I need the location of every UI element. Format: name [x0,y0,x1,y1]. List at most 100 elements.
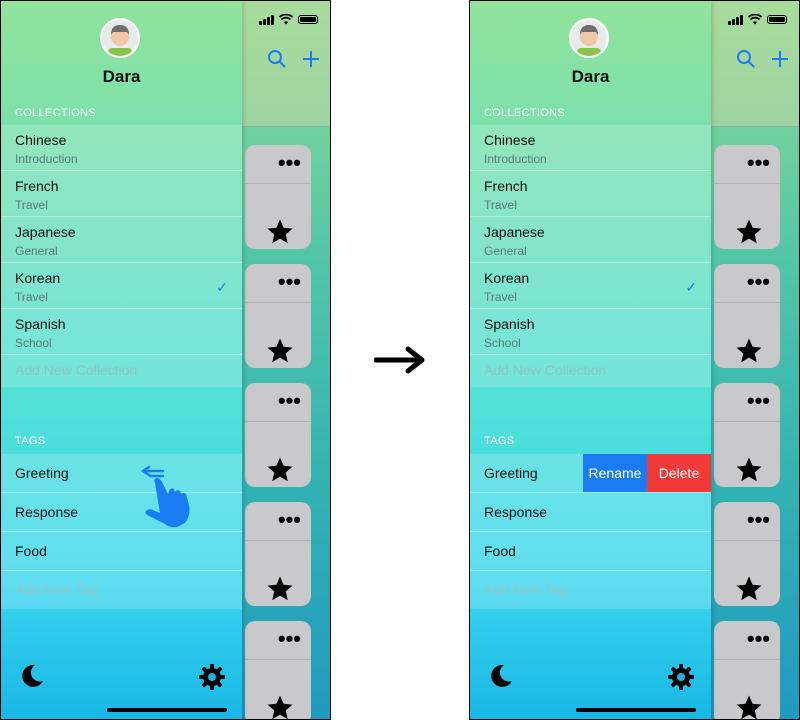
add-collection-button[interactable]: Add New Collection [1,355,242,387]
tag-item[interactable]: Food [470,532,711,571]
collection-name: Korean [484,270,530,286]
checkmark-icon: ✓ [685,279,697,295]
status-bar [728,14,787,25]
phrase-card[interactable]: ••• [714,145,780,249]
star-icon[interactable] [265,336,295,366]
user-name: Dara [102,67,141,86]
collection-item[interactable]: Japanese General [470,217,711,263]
add-tag-label: Add New Tag [15,581,99,597]
collection-subtitle: Travel [484,290,517,304]
ellipsis-icon[interactable]: ••• [747,390,770,412]
ellipsis-icon[interactable]: ••• [747,152,770,174]
collections-header: COLLECTIONS [484,107,565,119]
collection-name: Spanish [484,316,535,332]
phrase-card[interactable]: ••• [714,621,780,720]
collection-item[interactable]: Spanish School [470,309,711,355]
gear-icon[interactable] [198,663,226,691]
add-tag-label: Add New Tag [484,581,568,597]
phrase-card[interactable]: ••• [245,383,311,487]
phone-screen-after: ••• ••• ••• ••• ••• Dara COLLECTIONS Chi… [469,0,800,720]
collections-list: Chinese Introduction French Travel Japan… [1,125,242,387]
phrase-card[interactable]: ••• [714,264,780,368]
collection-item[interactable]: French Travel [470,171,711,217]
delete-button[interactable]: Delete [647,454,711,492]
avatar[interactable] [100,18,140,58]
tags-header: TAGS [15,435,46,447]
search-icon[interactable] [267,49,287,69]
tag-item[interactable]: Response [470,493,711,532]
plus-icon[interactable] [770,49,790,69]
collection-item[interactable]: Chinese Introduction [1,125,242,171]
collection-subtitle: School [15,336,52,350]
star-icon[interactable] [734,217,764,247]
star-icon[interactable] [734,455,764,485]
collection-name: Chinese [15,132,67,148]
status-bar [259,14,318,25]
ellipsis-icon[interactable]: ••• [747,628,770,650]
collection-subtitle: Travel [15,198,48,212]
right-arrow-icon [374,346,425,374]
tag-item[interactable]: Food [1,532,242,571]
tag-item[interactable]: Greeting [1,454,242,493]
star-icon[interactable] [265,693,295,720]
collection-item[interactable]: Korean Travel ✓ [470,263,711,309]
tags-list: Greeting Rename Delete Response Food Add… [470,454,711,609]
phrase-card[interactable]: ••• [245,145,311,249]
ellipsis-icon[interactable]: ••• [278,628,301,650]
collection-subtitle: Introduction [484,152,547,166]
add-collection-label: Add New Collection [15,362,138,378]
gear-icon[interactable] [667,663,695,691]
phrase-card[interactable]: ••• [714,383,780,487]
phrase-card[interactable]: ••• [245,264,311,368]
swipe-actions: Rename Delete [583,454,711,492]
moon-icon[interactable] [488,663,514,689]
ellipsis-icon[interactable]: ••• [747,271,770,293]
phrase-card[interactable]: ••• [245,502,311,606]
user-avatar-icon [108,25,132,56]
ellipsis-icon[interactable]: ••• [747,509,770,531]
collection-item[interactable]: Chinese Introduction [470,125,711,171]
collections-list: Chinese Introduction French Travel Japan… [470,125,711,387]
star-icon[interactable] [734,693,764,720]
ellipsis-icon[interactable]: ••• [278,271,301,293]
collection-item[interactable]: Korean Travel ✓ [1,263,242,309]
signal-icon [728,14,743,25]
star-icon[interactable] [734,336,764,366]
ellipsis-icon[interactable]: ••• [278,152,301,174]
tag-item[interactable]: Greeting Rename Delete [470,454,711,493]
phrase-card[interactable]: ••• [714,502,780,606]
ellipsis-icon[interactable]: ••• [278,509,301,531]
star-icon[interactable] [265,455,295,485]
collection-name: Spanish [15,316,66,332]
collection-name: Japanese [484,224,545,240]
plus-icon[interactable] [301,49,321,69]
rename-button[interactable]: Rename [583,454,647,492]
moon-icon[interactable] [19,663,45,689]
user-name: Dara [571,67,610,86]
star-icon[interactable] [265,574,295,604]
side-drawer: Dara COLLECTIONS Chinese Introduction Fr… [1,1,242,719]
collection-item[interactable]: Japanese General [1,217,242,263]
tag-name: Greeting [484,465,538,481]
collection-subtitle: Travel [484,198,517,212]
add-tag-button[interactable]: Add New Tag [1,571,242,609]
add-collection-label: Add New Collection [484,362,607,378]
star-icon[interactable] [734,574,764,604]
collection-item[interactable]: French Travel [1,171,242,217]
phrase-card[interactable]: ••• [245,621,311,720]
avatar[interactable] [569,18,609,58]
home-indicator [107,708,227,712]
add-tag-button[interactable]: Add New Tag [470,571,711,609]
phone-screen-before: ••• ••• ••• ••• ••• Dara COLLECTIONS Chi… [0,0,331,720]
star-icon[interactable] [265,217,295,247]
tag-item[interactable]: Response [1,493,242,532]
tag-name: Response [484,504,548,520]
add-collection-button[interactable]: Add New Collection [470,355,711,387]
collection-subtitle: General [484,244,527,258]
collection-subtitle: School [484,336,521,350]
search-icon[interactable] [736,49,756,69]
ellipsis-icon[interactable]: ••• [278,390,301,412]
tags-list: Greeting Response Food Add New Tag [1,454,242,609]
signal-icon [259,14,274,25]
collection-item[interactable]: Spanish School [1,309,242,355]
